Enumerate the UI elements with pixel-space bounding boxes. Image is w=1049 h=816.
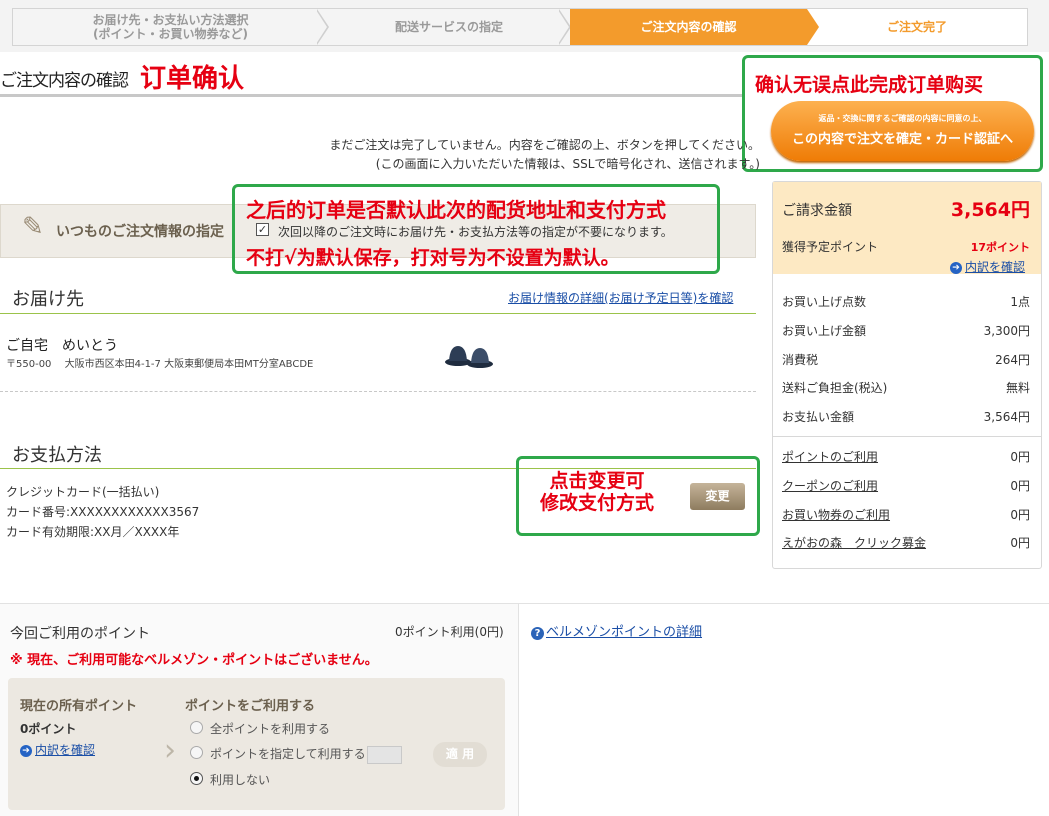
earned-points-value: 17ポイント — [970, 241, 1030, 254]
delivery-divider — [0, 313, 756, 314]
product-thumbnail — [445, 346, 493, 368]
point-usage-value: 0円 — [1010, 450, 1030, 464]
owned-points-breakdown-link[interactable]: 内訳を確認 — [35, 743, 95, 757]
total-value: 3,564円 — [950, 199, 1030, 221]
points-breakdown[interactable]: ➔ 内訳を確認 — [950, 258, 1025, 275]
checkout-steps: お届け先・お支払い方法選択 (ポイント・お買い物券など) 配送サービスの指定 ご… — [12, 8, 1028, 46]
step-2-label: 配送サービスの指定 — [394, 20, 503, 34]
page-title: ご注文内容の確認 — [0, 71, 129, 91]
radio-use-all-label: 全ポイントを利用する — [210, 722, 331, 736]
points-detail-link[interactable]: ベルメゾンポイントの詳細 — [546, 625, 702, 640]
step-3-label: ご注文内容の確認 — [640, 20, 737, 34]
summary-row-value: 264円 — [995, 353, 1030, 367]
radio-use-all-points[interactable] — [190, 721, 203, 734]
summary-row-value: 1点 — [1010, 295, 1030, 309]
delivery-heading: お届け先 — [12, 289, 84, 310]
default-setting-label: 次回以降のご注文時にお届け先・お支払方法等の指定が不要になります。 — [278, 225, 673, 239]
summary-row-value: 3,300円 — [983, 324, 1030, 338]
donation-value: 0円 — [1010, 536, 1030, 550]
points-breakdown-link[interactable]: 内訳を確認 — [965, 260, 1025, 274]
coupon-usage-link[interactable]: クーポンのご利用 — [782, 477, 878, 494]
coupon-usage-value: 0円 — [1010, 479, 1030, 493]
confirm-button-label: この内容で注文を確定・カード認証へ — [791, 132, 1013, 147]
radio-no-points[interactable] — [190, 772, 203, 785]
chevron-right-icon: › — [164, 733, 176, 768]
step-select-delivery-payment: お届け先・お支払い方法選択 (ポイント・お買い物券など) — [13, 9, 329, 45]
step-confirm-order: ご注文内容の確認 — [570, 9, 819, 45]
step-1-sublabel: (ポイント・お買い物券など) — [93, 27, 248, 41]
points-title: 今回ご利用のポイント — [10, 626, 150, 642]
summary-row-label: お支払い金額 — [782, 410, 855, 424]
summary-divider — [773, 436, 1041, 437]
arrow-circle-icon: ➔ — [20, 744, 32, 757]
owned-points-value: 0ポイント — [20, 722, 77, 736]
payment-method: クレジットカード(一括払い) — [6, 485, 160, 499]
summary-row-label: お買い上げ金額 — [782, 324, 867, 338]
confirm-button-subtext: 返品・交換に関するご確認の内容に同意の上、 — [818, 114, 987, 123]
point-usage-link[interactable]: ポイントのご利用 — [782, 448, 878, 465]
voucher-usage-value: 0円 — [1010, 508, 1030, 522]
delivery-detail-link[interactable]: お届け情報の詳細(お届け予定日等)を確認 — [508, 289, 733, 306]
delivery-address: 〒550-00 大阪市西区本田4-1-7 大阪東郵便局本田MT分室ABCDE — [6, 359, 314, 370]
pencil-icon: ✎ — [22, 212, 44, 242]
card-number: カード番号:XXXXXXXXXXXX3567 — [6, 505, 200, 519]
radio-specify-label: ポイントを指定して利用する — [210, 747, 366, 761]
change-payment-button[interactable]: 変更 — [690, 483, 745, 510]
total-label: ご請求金額 — [782, 203, 852, 219]
summary-row-label: 消費税 — [782, 353, 819, 367]
apply-points-button[interactable]: 適 用 — [433, 742, 487, 767]
title-annotation: 订单确认 — [140, 64, 245, 94]
change-annotation-line-2: 修改支付方式 — [540, 492, 655, 514]
radio-no-points-label: 利用しない — [210, 773, 271, 787]
help-icon: ? — [531, 627, 544, 640]
payment-details: クレジットカード(一括払い) カード番号:XXXXXXXXXXXX3567 カー… — [6, 482, 199, 542]
use-points-heading: ポイントをご利用する — [185, 699, 316, 714]
default-annotation-line-1: 之后的订单是否默认此次的配货地址和支付方式 — [246, 198, 666, 222]
summary-row-label: お買い上げ点数 — [782, 295, 867, 309]
summary-row-label: 送料ご負担金(税込) — [782, 381, 888, 395]
arrow-circle-icon: ➔ — [950, 261, 962, 274]
points-used: 0ポイント利用(0円) — [395, 625, 504, 639]
default-setting-checkbox[interactable]: ✓ — [256, 223, 269, 236]
step-order-complete: ご注文完了 — [807, 9, 1027, 45]
delivery-dashed-divider — [0, 391, 756, 392]
notice-line-1: まだご注文は完了していません。内容をご確認の上、ボタンを押してください。 — [329, 138, 760, 152]
confirm-order-button[interactable]: 返品・交換に関するご確認の内容に同意の上、 この内容で注文を確定・カード認証へ — [771, 101, 1034, 161]
default-annotation-line-2: 不打√为默认保存，打对号为不设置为默认。 — [246, 247, 620, 269]
owned-points-breakdown[interactable]: ➔ 内訳を確認 — [20, 741, 95, 758]
voucher-usage-link[interactable]: お買い物券のご利用 — [782, 506, 890, 523]
points-detail[interactable]: ? ベルメゾンポイントの詳細 — [531, 621, 702, 640]
radio-specify-points[interactable] — [190, 746, 203, 759]
step-delivery-service: 配送サービスの指定 — [328, 9, 571, 45]
points-amount-input[interactable] — [367, 746, 402, 764]
payment-heading: お支払方法 — [12, 445, 102, 466]
step-1-label: お届け先・お支払い方法選択 — [92, 13, 249, 27]
usual-order-info-label: いつものご注文情報の指定 — [56, 224, 224, 240]
step-4-label: ご注文完了 — [886, 20, 947, 34]
order-notice: まだご注文は完了していません。内容をご確認の上、ボタンを押してください。 (この… — [300, 136, 760, 174]
earned-points-label: 獲得予定ポイント — [782, 240, 879, 254]
card-expiry: カード有効期限:XX月／XXXX年 — [6, 525, 180, 539]
change-annotation-line-1: 点击变更可 — [549, 470, 645, 492]
confirm-annotation: 确认无误点此完成订单购买 — [755, 74, 984, 96]
delivery-name: ご自宅 めいとう — [6, 338, 118, 354]
summary-row-value: 3,564円 — [983, 410, 1030, 424]
donation-link[interactable]: えがおの森 クリック募金 — [782, 534, 926, 551]
points-warning: ※ 現在、ご利用可能なベルメゾン・ポイントはございません。 — [10, 653, 378, 668]
summary-row-value: 無料 — [1005, 381, 1030, 395]
notice-line-2: (この画面に入力いただいた情報は、SSLで暗号化され、送信されます。) — [375, 157, 760, 171]
owned-points-heading: 現在の所有ポイント — [20, 699, 138, 714]
change-annotation: 点击变更可 修改支付方式 — [540, 470, 654, 514]
